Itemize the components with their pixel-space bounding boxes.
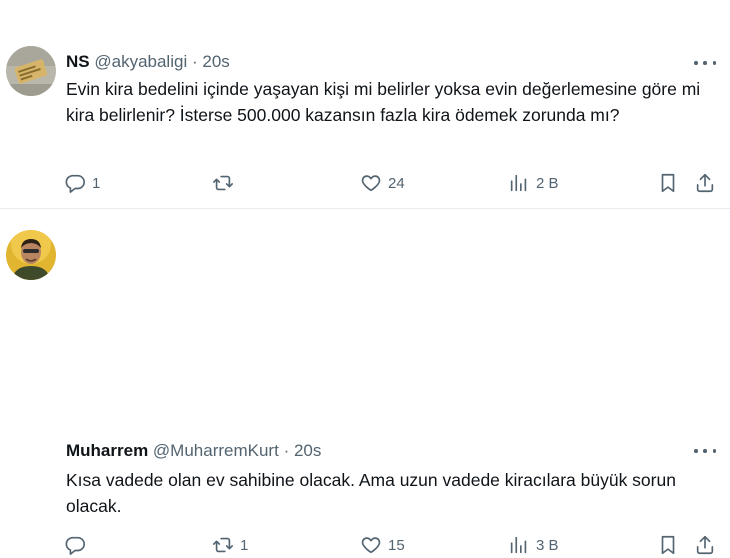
heart-icon — [361, 175, 381, 192]
action-bar: 1 15 3 B — [62, 534, 722, 558]
reply-button[interactable]: 1 — [64, 172, 100, 194]
like-count: 15 — [388, 536, 405, 554]
tweet[interactable]: NS @akyabaligi · 20s Evin kira bedelini … — [0, 0, 730, 208]
tweet[interactable]: Muharrem @MuharremKurt · 20s Kısa vadede… — [0, 209, 730, 555]
repost-button[interactable]: 1 — [212, 534, 248, 556]
like-button[interactable]: 24 — [360, 172, 405, 194]
separator: · — [283, 441, 290, 460]
more-icon[interactable] — [694, 444, 716, 458]
reply-count: 1 — [92, 174, 101, 192]
reply-icon — [65, 174, 85, 193]
display-name[interactable]: Muharrem — [66, 441, 148, 460]
share-icon — [696, 173, 714, 193]
repost-count: 1 — [240, 536, 249, 554]
reply-icon — [65, 536, 85, 555]
tweet-text: Evin kira bedelini içinde yaşayan kişi m… — [66, 79, 701, 125]
like-count: 24 — [388, 174, 405, 192]
share-button[interactable] — [694, 172, 716, 194]
repost-icon — [213, 537, 233, 553]
tweet-header: NS @akyabaligi · 20s — [66, 52, 230, 72]
timestamp[interactable]: 20s — [294, 441, 321, 460]
views-icon — [510, 174, 527, 192]
bookmark-button[interactable] — [657, 172, 679, 194]
reply-button[interactable] — [64, 534, 92, 556]
view-count: 3 B — [536, 536, 559, 554]
repost-button[interactable] — [212, 172, 240, 194]
bookmark-button[interactable] — [657, 534, 679, 556]
share-icon — [696, 535, 714, 555]
repost-icon — [213, 175, 233, 191]
timestamp[interactable]: 20s — [202, 52, 229, 71]
user-handle[interactable]: @akyabaligi — [94, 52, 187, 71]
separator: · — [191, 52, 198, 71]
avatar[interactable] — [6, 46, 56, 96]
tweet-header: Muharrem @MuharremKurt · 20s — [66, 441, 321, 461]
view-count: 2 B — [536, 174, 559, 192]
more-icon[interactable] — [694, 56, 716, 70]
views-icon — [510, 536, 527, 554]
action-bar: 1 24 2 B — [62, 172, 722, 196]
user-handle[interactable]: @MuharremKurt — [153, 441, 279, 460]
bookmark-icon — [661, 535, 675, 555]
heart-icon — [361, 537, 381, 554]
views-button[interactable]: 3 B — [508, 534, 559, 556]
views-button[interactable]: 2 B — [508, 172, 559, 194]
avatar[interactable] — [6, 230, 56, 280]
tweet-text: Kısa vadede olan ev sahibine olacak. Ama… — [66, 470, 676, 516]
like-button[interactable]: 15 — [360, 534, 405, 556]
share-button[interactable] — [694, 534, 716, 556]
display-name[interactable]: NS — [66, 52, 90, 71]
tweet-feed: NS @akyabaligi · 20s Evin kira bedelini … — [0, 0, 730, 555]
bookmark-icon — [661, 173, 675, 193]
